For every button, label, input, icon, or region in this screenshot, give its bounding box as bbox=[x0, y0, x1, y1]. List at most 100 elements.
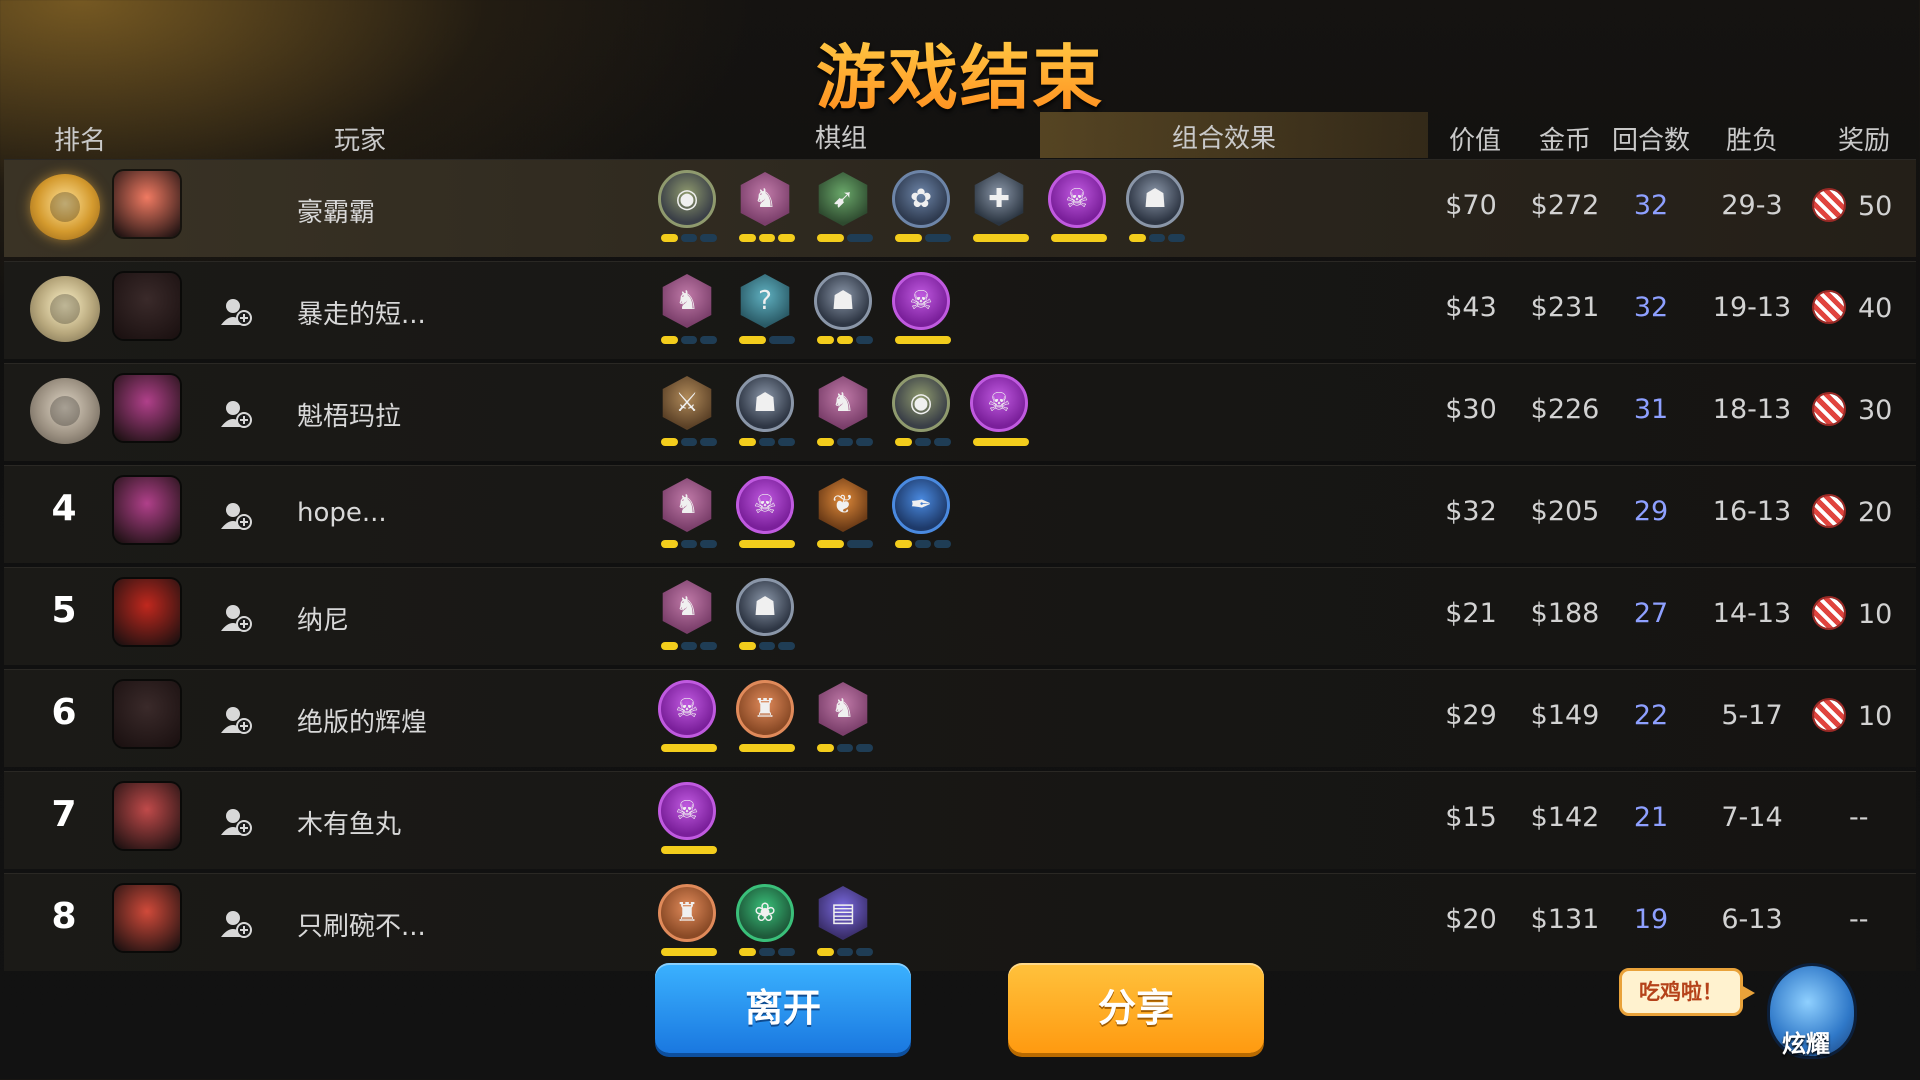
lineup-unit[interactable]: ? bbox=[735, 272, 797, 352]
lineup-unit[interactable]: ♞ bbox=[735, 170, 797, 250]
bow-icon-glyph: ➹ bbox=[832, 184, 854, 214]
lineup-unit[interactable]: ❀ bbox=[735, 884, 797, 964]
header-rounds: 回合数 bbox=[1611, 126, 1691, 156]
lineup-unit[interactable]: ✿ bbox=[891, 170, 953, 250]
lineup-unit[interactable]: ☠ bbox=[969, 374, 1031, 454]
star-level bbox=[895, 234, 951, 242]
star-level bbox=[739, 948, 796, 956]
avatar[interactable] bbox=[114, 783, 180, 849]
lineup-unit[interactable]: ❦ bbox=[813, 476, 875, 556]
lineup-unit[interactable]: ☠ bbox=[735, 476, 797, 556]
star-pip bbox=[739, 642, 756, 650]
silver-medal-icon bbox=[30, 276, 100, 342]
avatar[interactable] bbox=[114, 273, 180, 339]
lineup-unit[interactable]: ♞ bbox=[813, 680, 875, 760]
lineup-unit[interactable]: ✚ bbox=[969, 170, 1031, 250]
lineup-unit[interactable]: ✒ bbox=[891, 476, 953, 556]
rounds-stat: 19 bbox=[1633, 904, 1669, 935]
header-gold: 金币 bbox=[1538, 126, 1592, 156]
star-pip bbox=[778, 438, 796, 446]
lineup-unit[interactable]: ◉ bbox=[891, 374, 953, 454]
star-pip bbox=[680, 642, 698, 650]
lineup-unit[interactable]: ◉ bbox=[657, 170, 719, 250]
lineup-unit[interactable]: ☠ bbox=[1047, 170, 1109, 250]
player-row: 暴走的短... ♞? ☗ ☠ $43 $231 32 19-13 40 bbox=[4, 261, 1916, 359]
lineup-unit[interactable]: ♞ bbox=[657, 476, 719, 556]
star-pip bbox=[1148, 234, 1166, 242]
show-off-label[interactable]: 炫耀 bbox=[1782, 1024, 1830, 1059]
lineup-unit[interactable]: ➹ bbox=[813, 170, 875, 250]
lineup-unit[interactable]: ♞ bbox=[657, 578, 719, 658]
star-pip bbox=[836, 336, 854, 344]
candy-icon bbox=[1814, 190, 1844, 220]
add-friend-icon[interactable] bbox=[219, 297, 253, 327]
axe-icon-glyph: ⚔ bbox=[675, 388, 699, 418]
star-pip bbox=[973, 234, 1029, 242]
player-name[interactable]: hope... bbox=[297, 498, 387, 528]
lineup-unit[interactable]: ☠ bbox=[891, 272, 953, 352]
add-friend-icon[interactable] bbox=[219, 603, 253, 633]
add-friend-icon[interactable] bbox=[219, 399, 253, 429]
avatar[interactable] bbox=[114, 579, 180, 645]
star-pip bbox=[895, 540, 912, 548]
player-name[interactable]: 魁梧玛拉 bbox=[297, 396, 401, 433]
viking-icon-glyph: ♜ bbox=[675, 898, 699, 928]
star-level bbox=[739, 642, 796, 650]
demon-icon-glyph: ☠ bbox=[1065, 184, 1089, 214]
star-pip bbox=[661, 438, 678, 446]
avatar[interactable] bbox=[114, 477, 180, 543]
add-friend-icon[interactable] bbox=[219, 807, 253, 837]
gold-stat: $131 bbox=[1530, 904, 1600, 935]
player-name[interactable]: 纳尼 bbox=[297, 600, 349, 637]
star-pip bbox=[934, 540, 952, 548]
rank-number: 7 bbox=[51, 794, 77, 835]
star-pip bbox=[778, 948, 796, 956]
lineup-unit[interactable]: ☗ bbox=[1125, 170, 1187, 250]
lineup-unit[interactable]: ☗ bbox=[813, 272, 875, 352]
reward: 10 bbox=[1814, 700, 1910, 732]
star-pip bbox=[758, 234, 776, 242]
lineup-unit[interactable]: ♞ bbox=[657, 272, 719, 352]
player-name[interactable]: 绝版的辉煌 bbox=[297, 702, 427, 739]
star-level bbox=[661, 948, 717, 956]
star-pip bbox=[895, 234, 922, 242]
lineup-unit[interactable]: ☗ bbox=[735, 374, 797, 454]
rounds-stat: 27 bbox=[1633, 598, 1669, 629]
player-name[interactable]: 豪霸霸 bbox=[297, 192, 375, 229]
lineup-unit[interactable]: ☠ bbox=[657, 782, 719, 862]
star-pip bbox=[680, 336, 698, 344]
lineup-unit[interactable]: ☗ bbox=[735, 578, 797, 658]
lineup-unit[interactable]: ▤ bbox=[813, 884, 875, 964]
rounds-stat: 29 bbox=[1633, 496, 1669, 527]
feather-icon-glyph: ✒ bbox=[910, 490, 932, 520]
star-pip bbox=[973, 438, 1029, 446]
lineup-unit[interactable]: ♞ bbox=[813, 374, 875, 454]
player-name[interactable]: 只刷碗不... bbox=[297, 906, 426, 943]
share-button[interactable]: 分享 bbox=[1008, 963, 1264, 1053]
player-name[interactable]: 木有鱼丸 bbox=[297, 804, 401, 841]
star-level bbox=[661, 336, 718, 344]
header-combo: 组合效果 bbox=[1171, 124, 1277, 154]
demon-icon-glyph: ☠ bbox=[675, 796, 699, 826]
lineup-unit[interactable]: ☠ bbox=[657, 680, 719, 760]
star-pip bbox=[700, 438, 718, 446]
star-pip bbox=[817, 336, 834, 344]
lineup-unit[interactable]: ♜ bbox=[735, 680, 797, 760]
star-level bbox=[739, 540, 795, 548]
avatar[interactable] bbox=[114, 885, 180, 951]
reward-amount: 10 bbox=[1858, 599, 1893, 630]
leave-button[interactable]: 离开 bbox=[655, 963, 911, 1053]
header-value: 价值 bbox=[1448, 126, 1502, 156]
add-friend-icon[interactable] bbox=[219, 501, 253, 531]
avatar[interactable] bbox=[114, 375, 180, 441]
lineup-unit[interactable]: ⚔ bbox=[657, 374, 719, 454]
avatar[interactable] bbox=[114, 681, 180, 747]
rounds-stat: 31 bbox=[1633, 394, 1669, 425]
avatar[interactable] bbox=[114, 171, 180, 237]
lineup-unit[interactable]: ♜ bbox=[657, 884, 719, 964]
star-level bbox=[973, 438, 1029, 446]
player-name[interactable]: 暴走的短... bbox=[297, 294, 426, 331]
add-friend-icon[interactable] bbox=[219, 705, 253, 735]
add-friend-icon[interactable] bbox=[219, 909, 253, 939]
star-level bbox=[973, 234, 1029, 242]
